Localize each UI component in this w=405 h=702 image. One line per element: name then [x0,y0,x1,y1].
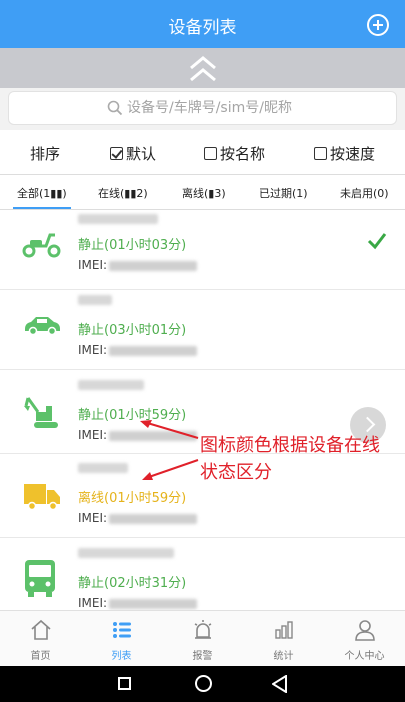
tab-inactive[interactable]: 未启用(0) [340,185,389,201]
device-status: 静止(01小时03分) [78,238,187,253]
bottom-tabbar: 首页 列表 报警 统计 个人中心 [0,610,405,666]
search-icon [107,100,123,116]
device-row[interactable]: 静止(03小时01分) IMEI: [0,290,405,443]
checkbox-icon[interactable] [314,147,327,160]
device-imei: IMEI: [78,596,198,610]
tab-list[interactable]: 列表 [81,611,162,667]
tab-home[interactable]: 首页 [0,611,81,667]
tab-offline[interactable]: 离线(▮3) [182,185,226,201]
search-area [0,88,405,130]
sort-option-label: 按名称 [220,145,266,163]
collapse-bar[interactable] [0,48,405,88]
tab-profile[interactable]: 个人中心 [324,611,405,667]
device-name-redacted [78,548,174,558]
system-nav-bar [0,666,405,702]
sort-row: 排序 默认 按名称 按速度 [0,130,405,174]
imei-label: IMEI: [78,428,108,442]
tab-statistics[interactable]: 统计 [243,611,324,667]
tab-label: 统计 [273,651,294,662]
imei-label: IMEI: [78,258,108,272]
search-input[interactable] [127,96,367,120]
imei-label: IMEI: [78,511,108,525]
imei-redacted [109,260,198,271]
device-row[interactable]: 静止(02小时31分) IMEI: [0,538,405,610]
tab-label: 首页 [30,651,51,662]
car-icon [25,317,60,336]
device-status: 静止(02小时31分) [78,576,187,591]
sort-option-label: 按速度 [330,145,376,163]
imei-label: IMEI: [78,343,108,357]
sort-option-default[interactable]: 默认 [110,143,156,164]
checkbox-icon[interactable] [204,147,217,160]
sort-option-name[interactable]: 按名称 [204,143,265,164]
device-imei: IMEI: [78,511,198,525]
annotation-text: 图标颜色根据设备在线状态区分 [200,435,380,483]
device-row[interactable]: 静止(01小时03分) IMEI: [0,210,405,290]
device-name-redacted [78,380,144,390]
tab-label: 列表 [111,651,132,662]
check-icon [367,233,387,250]
annotation-arrows [140,420,199,480]
sort-option-label: 默认 [126,145,157,163]
tab-label: 个人中心 [344,651,385,662]
app-header: 设备列表 [0,0,405,48]
add-device-icon[interactable] [367,14,389,36]
scooter-icon [22,233,61,258]
chart-icon [275,621,293,639]
home-button-icon[interactable] [195,675,212,692]
page-title: 设备列表 [168,18,237,38]
device-name-redacted [78,214,158,224]
device-name-redacted [78,295,112,305]
imei-redacted [109,598,198,609]
list-icon [113,622,131,638]
truck-icon [24,484,60,511]
device-status: 静止(03小时01分) [78,323,187,338]
tab-all[interactable]: 全部(1▮▮) [13,185,71,209]
home-icon [31,619,51,640]
alarm-icon [194,620,212,639]
tab-online[interactable]: 在线(▮▮2) [98,185,148,201]
device-imei: IMEI: [78,343,198,357]
device-imei: IMEI: [78,258,198,272]
back-icon[interactable] [272,675,288,693]
imei-label: IMEI: [78,596,108,610]
tab-alarm[interactable]: 报警 [162,611,243,667]
imei-redacted [109,345,198,356]
recent-apps-icon[interactable] [118,677,131,690]
excavator-icon [24,397,58,428]
checkbox-checked-icon[interactable] [110,147,123,160]
sort-label: 排序 [30,145,61,163]
status-tabs: 全部(1▮▮) 在线(▮▮2) 离线(▮3) 已过期(1) 未启用(0) [0,174,405,210]
tab-expired[interactable]: 已过期(1) [259,185,308,201]
tab-label: 报警 [192,651,213,662]
search-box[interactable] [8,91,397,125]
sort-option-speed[interactable]: 按速度 [314,143,375,164]
double-chevron-up-icon [190,56,216,82]
user-icon [355,620,375,641]
imei-redacted [109,513,198,524]
bus-icon [25,560,55,597]
